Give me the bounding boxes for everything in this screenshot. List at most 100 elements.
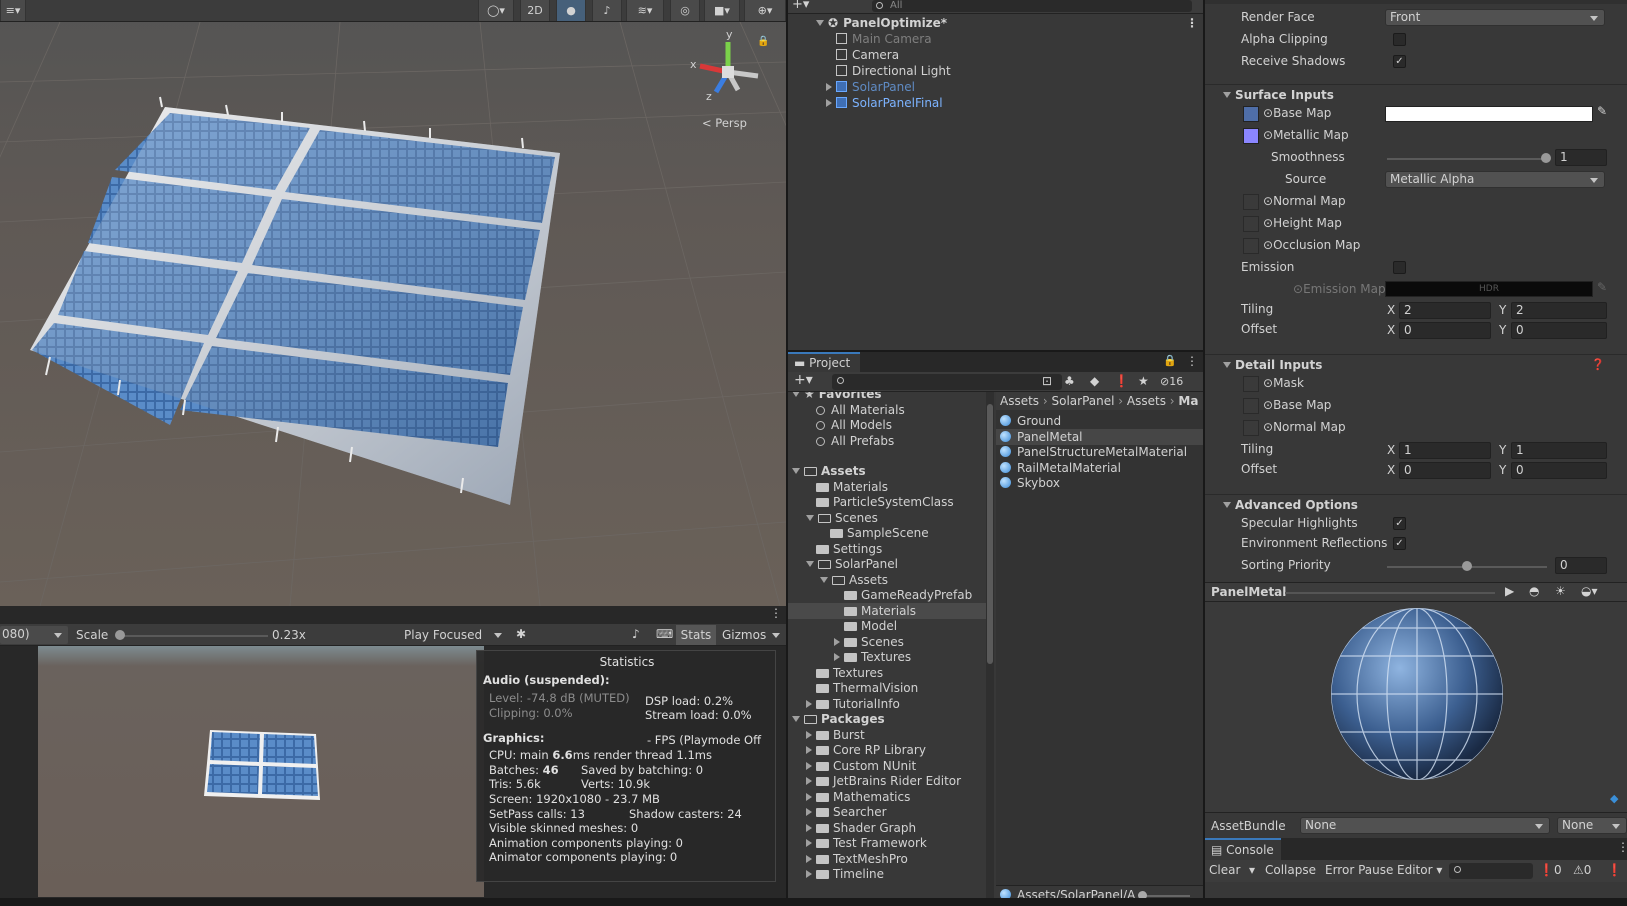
- offset-x-field[interactable]: 0: [1399, 322, 1491, 339]
- console-search-input[interactable]: [1449, 863, 1533, 879]
- eyedropper-icon[interactable]: ✎: [1597, 104, 1607, 118]
- favorites-star-icon[interactable]: ★: [1138, 374, 1149, 388]
- receive-shadows-checkbox[interactable]: ✓: [1393, 55, 1406, 68]
- folder-item[interactable]: Model: [788, 618, 986, 634]
- preview-settings-icon[interactable]: ◒▾: [1581, 584, 1598, 598]
- project-tab[interactable]: ▬ Project: [788, 352, 860, 372]
- hierarchy-item[interactable]: SolarPanel: [788, 79, 1203, 95]
- clear-options-dropdown[interactable]: ▾: [1249, 863, 1255, 877]
- eyedropper-icon[interactable]: ✎: [1597, 280, 1607, 294]
- expand-arrow-icon[interactable]: [806, 792, 812, 801]
- preview-mesh-icon[interactable]: ◓: [1529, 584, 1539, 598]
- expand-arrow-icon[interactable]: [834, 637, 840, 646]
- sorting-priority-field[interactable]: 0: [1555, 557, 1607, 574]
- hierarchy-search-input[interactable]: All: [872, 0, 1192, 12]
- folder-item[interactable]: SolarPanel: [788, 556, 986, 572]
- breadcrumb-item[interactable]: Assets: [1000, 394, 1039, 408]
- audio-toggle-icon[interactable]: ♪: [592, 0, 622, 21]
- persp-label[interactable]: < Persp: [702, 116, 747, 130]
- expand-arrow-icon[interactable]: [826, 83, 832, 91]
- smoothness-slider-knob[interactable]: [1541, 153, 1551, 163]
- package-item[interactable]: Core RP Library: [788, 742, 986, 758]
- hierarchy-item[interactable]: SolarPanelFinal: [788, 95, 1203, 111]
- preview-splitter[interactable]: [1285, 592, 1495, 594]
- scene-menu-button[interactable]: ≡▾: [0, 0, 26, 21]
- asset-item[interactable]: PanelMetal: [996, 428, 1203, 445]
- folder-item[interactable]: ThermalVision: [788, 680, 986, 696]
- detail-normal-map-slot[interactable]: [1243, 420, 1259, 436]
- expand-arrow-icon[interactable]: [806, 561, 814, 567]
- package-item[interactable]: Shader Graph: [788, 820, 986, 836]
- lighting-toggle-icon[interactable]: ●: [556, 0, 586, 21]
- folder-item[interactable]: Settings: [788, 541, 986, 557]
- advanced-options-header[interactable]: Advanced Options: [1205, 494, 1627, 514]
- solar-panel-array[interactable]: [20, 95, 590, 515]
- favorite-item[interactable]: All Materials: [788, 402, 986, 418]
- project-menu-kebab-icon[interactable]: ⋮: [1186, 354, 1198, 368]
- expand-arrow-icon[interactable]: [806, 514, 814, 521]
- detail-offset-y-field[interactable]: 0: [1511, 462, 1607, 479]
- breadcrumb-item[interactable]: SolarPanel: [1052, 394, 1115, 408]
- detail-inputs-header[interactable]: Detail Inputs ❓: [1205, 354, 1627, 374]
- asset-item[interactable]: PanelStructureMetalMaterial: [996, 444, 1203, 460]
- resolution-dropdown[interactable]: 080): [0, 626, 68, 644]
- package-item[interactable]: JetBrains Rider Editor: [788, 773, 986, 789]
- play-mode-dropdown[interactable]: Play Focused: [400, 626, 508, 644]
- clear-button[interactable]: Clear: [1209, 863, 1240, 877]
- material-preview[interactable]: ◆: [1205, 602, 1627, 812]
- breadcrumb-item[interactable]: Ma: [1178, 394, 1198, 408]
- expand-arrow-icon[interactable]: [806, 839, 812, 847]
- package-item[interactable]: Burst: [788, 727, 986, 743]
- specular-highlights-checkbox[interactable]: ✓: [1393, 517, 1406, 530]
- lock-icon[interactable]: 🔒: [1163, 354, 1177, 367]
- asset-item[interactable]: Ground: [996, 413, 1203, 429]
- draw-mode-dropdown[interactable]: ◯▾: [478, 0, 514, 21]
- base-map-texture-slot[interactable]: [1243, 106, 1259, 122]
- expand-arrow-icon[interactable]: [806, 730, 812, 739]
- detail-tiling-x-field[interactable]: 1: [1399, 442, 1491, 459]
- render-face-dropdown[interactable]: Front: [1385, 9, 1605, 26]
- base-map-color-field[interactable]: [1385, 106, 1593, 122]
- favorite-item[interactable]: All Models: [788, 417, 986, 433]
- package-item[interactable]: Mathematics: [788, 789, 986, 805]
- axis-gizmo-icon[interactable]: [686, 30, 766, 110]
- scene-menu-kebab-icon[interactable]: ⋮: [1186, 15, 1198, 31]
- game-menu-kebab-icon[interactable]: ⋮: [770, 606, 782, 620]
- asset-item[interactable]: RailMetalMaterial: [996, 460, 1203, 476]
- gizmos-dropdown-icon[interactable]: ⊕▾: [744, 0, 786, 21]
- mute-audio-icon[interactable]: ♪: [632, 627, 640, 641]
- search-filter-icon[interactable]: ⊡: [1042, 374, 1052, 388]
- folder-item[interactable]: Assets: [788, 572, 986, 588]
- offset-y-field[interactable]: 0: [1511, 322, 1607, 339]
- expand-arrow-icon[interactable]: [806, 746, 812, 754]
- folder-item[interactable]: Materials: [788, 602, 986, 619]
- scale-slider[interactable]: [118, 635, 268, 637]
- stats-button[interactable]: Stats: [676, 625, 716, 645]
- assetbundle-variant-dropdown[interactable]: None: [1557, 817, 1627, 834]
- package-item[interactable]: Test Framework: [788, 835, 986, 851]
- folder-item[interactable]: Scenes: [788, 510, 986, 526]
- hierarchy-item[interactable]: Directional Light: [788, 63, 1203, 79]
- source-dropdown[interactable]: Metallic Alpha: [1385, 171, 1605, 188]
- package-item[interactable]: Timeline: [788, 866, 986, 882]
- smoothness-slider[interactable]: [1387, 158, 1547, 160]
- console-tab[interactable]: ▤ Console: [1205, 838, 1281, 860]
- expand-arrow-icon[interactable]: [806, 777, 812, 785]
- filter-log-icon[interactable]: ❗: [1114, 374, 1129, 388]
- folder-item[interactable]: TutorialInfo: [788, 696, 986, 712]
- package-item[interactable]: Searcher: [788, 804, 986, 820]
- expand-arrow-icon[interactable]: [806, 870, 812, 878]
- folder-item[interactable]: SampleScene: [788, 525, 986, 541]
- expand-arrow-icon[interactable]: [806, 761, 812, 770]
- add-object-button[interactable]: +▾: [792, 0, 809, 12]
- gizmos-button[interactable]: Gizmos: [718, 625, 786, 645]
- folder-item[interactable]: ★ Favorites: [788, 392, 986, 402]
- expand-arrow-icon[interactable]: [820, 576, 828, 583]
- tree-scrollbar-thumb[interactable]: [987, 404, 993, 664]
- emission-color-field[interactable]: HDR: [1385, 281, 1593, 297]
- folder-item[interactable]: Scenes: [788, 634, 986, 650]
- preview-lighting-icon[interactable]: ☀: [1555, 584, 1566, 598]
- orientation-gizmo[interactable]: x y z < Persp: [686, 28, 766, 130]
- bug-icon[interactable]: ✱: [516, 627, 526, 641]
- scene-view[interactable]: ≡▾ ◯▾ 2D ● ♪ ≋▾ ◎ ■▾ ⊕▾ x y z < Persp 🔒: [0, 0, 786, 606]
